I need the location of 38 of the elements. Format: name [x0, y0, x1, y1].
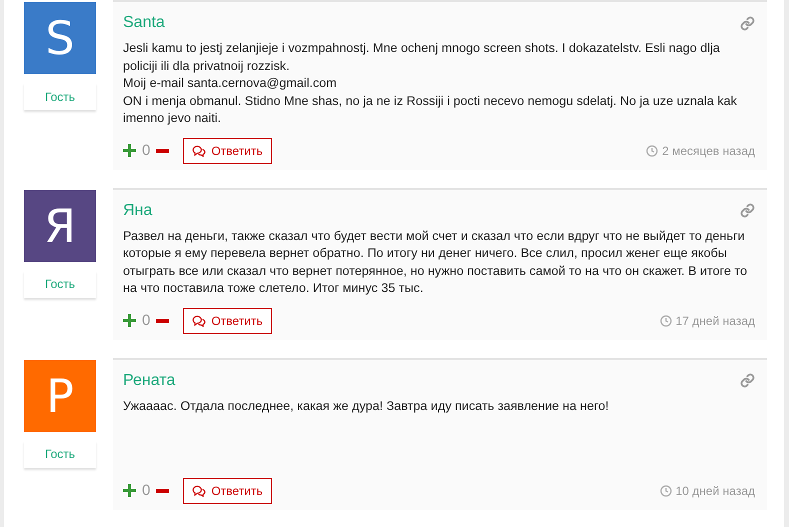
user-role: Гость [24, 440, 96, 468]
vote-score: 0 [142, 482, 150, 499]
reply-button[interactable]: Ответить [183, 308, 272, 334]
timestamp: 17 дней назад [676, 314, 755, 328]
vote-score: 0 [142, 312, 150, 329]
plus-icon[interactable] [123, 484, 136, 497]
user-role: Гость [24, 270, 96, 298]
vote-score: 0 [142, 142, 150, 159]
chat-icon [192, 144, 206, 156]
clock-icon [660, 314, 672, 326]
avatar: S [24, 2, 96, 74]
clock-icon [646, 144, 658, 156]
timestamp: 2 месяцев назад [662, 144, 755, 158]
reply-button[interactable]: Ответить [183, 138, 272, 164]
comment-text: Развел на деньги, также сказал что будет вести мой счет и сказал что если вдруг что не выйдет то деньги которые я ему перевела вернет обратно. По итогу ни денег ничего. Все слил, просил женег еще якобы отыграть все или сказал что вернет потерянное, но нужно поставить самой то на что он скажет. В итоге то на что поставила тоже слетело. Итог минус 35 тыс. [123, 228, 748, 297]
comment-text: Jesli kamu to jestj zelanjieje i vozmpahnostj. Mne ochenj mnogo screen shots. I dokazatelstv. Esli nago dlja policiji ili dla privatnoij rozzisk. [123, 40, 721, 75]
plus-icon[interactable] [123, 144, 136, 157]
avatar: Я [24, 190, 96, 262]
link-icon[interactable] [740, 373, 755, 388]
clock-icon [660, 484, 672, 496]
author-name: Santa [123, 13, 165, 33]
chat-icon [192, 484, 206, 496]
chat-icon [192, 314, 206, 326]
comment-text: Ужаааас. Отдала последнее, какая же дура! Завтра иду писать заявление на него! [123, 398, 610, 415]
author-name: Яна [123, 200, 152, 220]
timestamp: 10 дней назад [676, 484, 755, 498]
minus-icon[interactable] [156, 148, 170, 152]
author-name: Рената [123, 370, 176, 390]
link-icon[interactable] [740, 16, 755, 30]
plus-icon[interactable] [123, 314, 136, 327]
comment-text: Moij e-mail santa.cernova@gmail.com [123, 75, 338, 92]
comment-text: ON i menja obmanul. Stidno Mne shas, no ja ne iz Rossiji i pocti necevo nemogu sdelatj. No ja uze uznala kak imenno jevo naiti. [123, 92, 738, 127]
reply-button[interactable]: Ответить [183, 478, 272, 504]
link-icon[interactable] [740, 203, 755, 218]
minus-icon[interactable] [156, 488, 170, 492]
minus-icon[interactable] [156, 318, 170, 322]
user-role: Гость [24, 83, 96, 110]
avatar: P [24, 360, 96, 432]
